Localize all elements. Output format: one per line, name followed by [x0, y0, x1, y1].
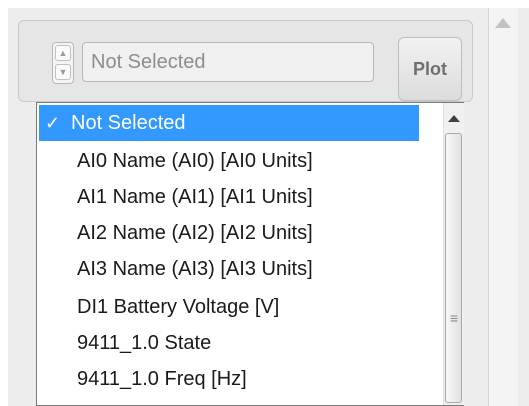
channel-dropdown-list: ✓ Not Selected AI0 Name (AI0) [AI0 Units…	[36, 102, 464, 406]
list-item-label: Not Selected	[71, 111, 186, 134]
checkmark-icon: ✓	[45, 112, 61, 133]
scrollbar-thumb[interactable]: ≡	[445, 133, 462, 403]
list-item[interactable]: AI1 Name (AI1) [AI1 Units]	[39, 179, 419, 215]
grip-icon: ≡	[450, 310, 459, 326]
spinner-down-button[interactable]: ▼	[55, 64, 71, 80]
channel-spinner[interactable]: ▲ ▼	[52, 42, 74, 84]
channel-select[interactable]: Not Selected	[82, 42, 374, 82]
scroll-up-arrow-icon[interactable]	[448, 115, 460, 122]
panel-top-edge	[0, 0, 529, 8]
list-item[interactable]: AI3 Name (AI3) [AI3 Units]	[39, 251, 419, 287]
list-item[interactable]: 9411_1.0 Freq [Hz]	[39, 361, 419, 397]
list-item-label: AI3 Name (AI3) [AI3 Units]	[77, 257, 313, 280]
channel-panel: ▲ ▼ Not Selected Plot ✓ Not Selected AI0…	[0, 0, 529, 406]
list-item[interactable]: DI1 Battery Voltage [V]	[39, 289, 419, 325]
list-item-label: AI2 Name (AI2) [AI2 Units]	[77, 221, 313, 244]
chevron-up-icon: ▲	[58, 47, 68, 58]
list-item-label: 9411_1.0 State	[77, 331, 212, 354]
plot-button-label: Plot	[413, 58, 447, 79]
list-item[interactable]: AI0 Name (AI0) [AI0 Units]	[39, 143, 419, 179]
dropdown-scrollbar[interactable]: ≡	[443, 103, 464, 405]
list-item-label: DI1 Battery Voltage [V]	[77, 295, 280, 318]
list-item-label: AI1 Name (AI1) [AI1 Units]	[77, 185, 313, 208]
list-item[interactable]: 9411_1.0 State	[39, 325, 419, 361]
chevron-down-icon: ▼	[58, 66, 68, 77]
channel-select-value: Not Selected	[91, 50, 206, 73]
plot-button[interactable]: Plot	[398, 37, 462, 101]
list-item-not-selected[interactable]: ✓ Not Selected	[39, 105, 419, 141]
panel-left-edge	[0, 0, 8, 406]
list-item[interactable]: AI2 Name (AI2) [AI2 Units]	[39, 215, 419, 251]
scroll-up-arrow-icon[interactable]	[495, 18, 511, 28]
list-item-label: 9411_1.0 Freq [Hz]	[77, 367, 247, 390]
spinner-up-button[interactable]: ▲	[55, 45, 71, 61]
list-item-label: AI0 Name (AI0) [AI0 Units]	[77, 149, 313, 172]
panel-scrollbar[interactable]	[488, 8, 518, 406]
